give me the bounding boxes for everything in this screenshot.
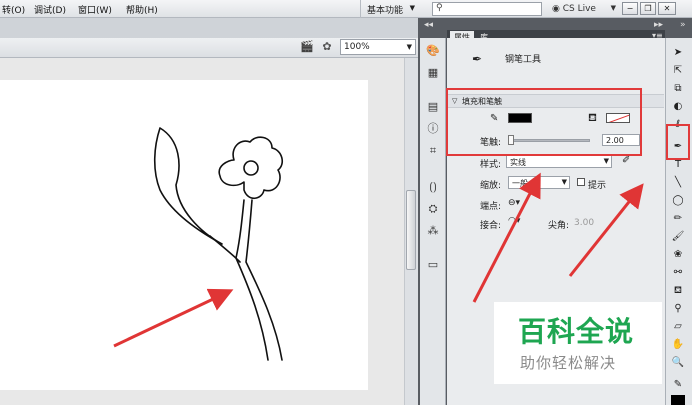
watermark-subtitle: 助你轻松解决 bbox=[520, 354, 617, 372]
arrow-to-pen-tool bbox=[568, 183, 644, 277]
arrow-to-stem bbox=[113, 288, 234, 348]
watermark-title: 百科全说 bbox=[518, 315, 635, 348]
arrow-to-style bbox=[472, 172, 541, 303]
